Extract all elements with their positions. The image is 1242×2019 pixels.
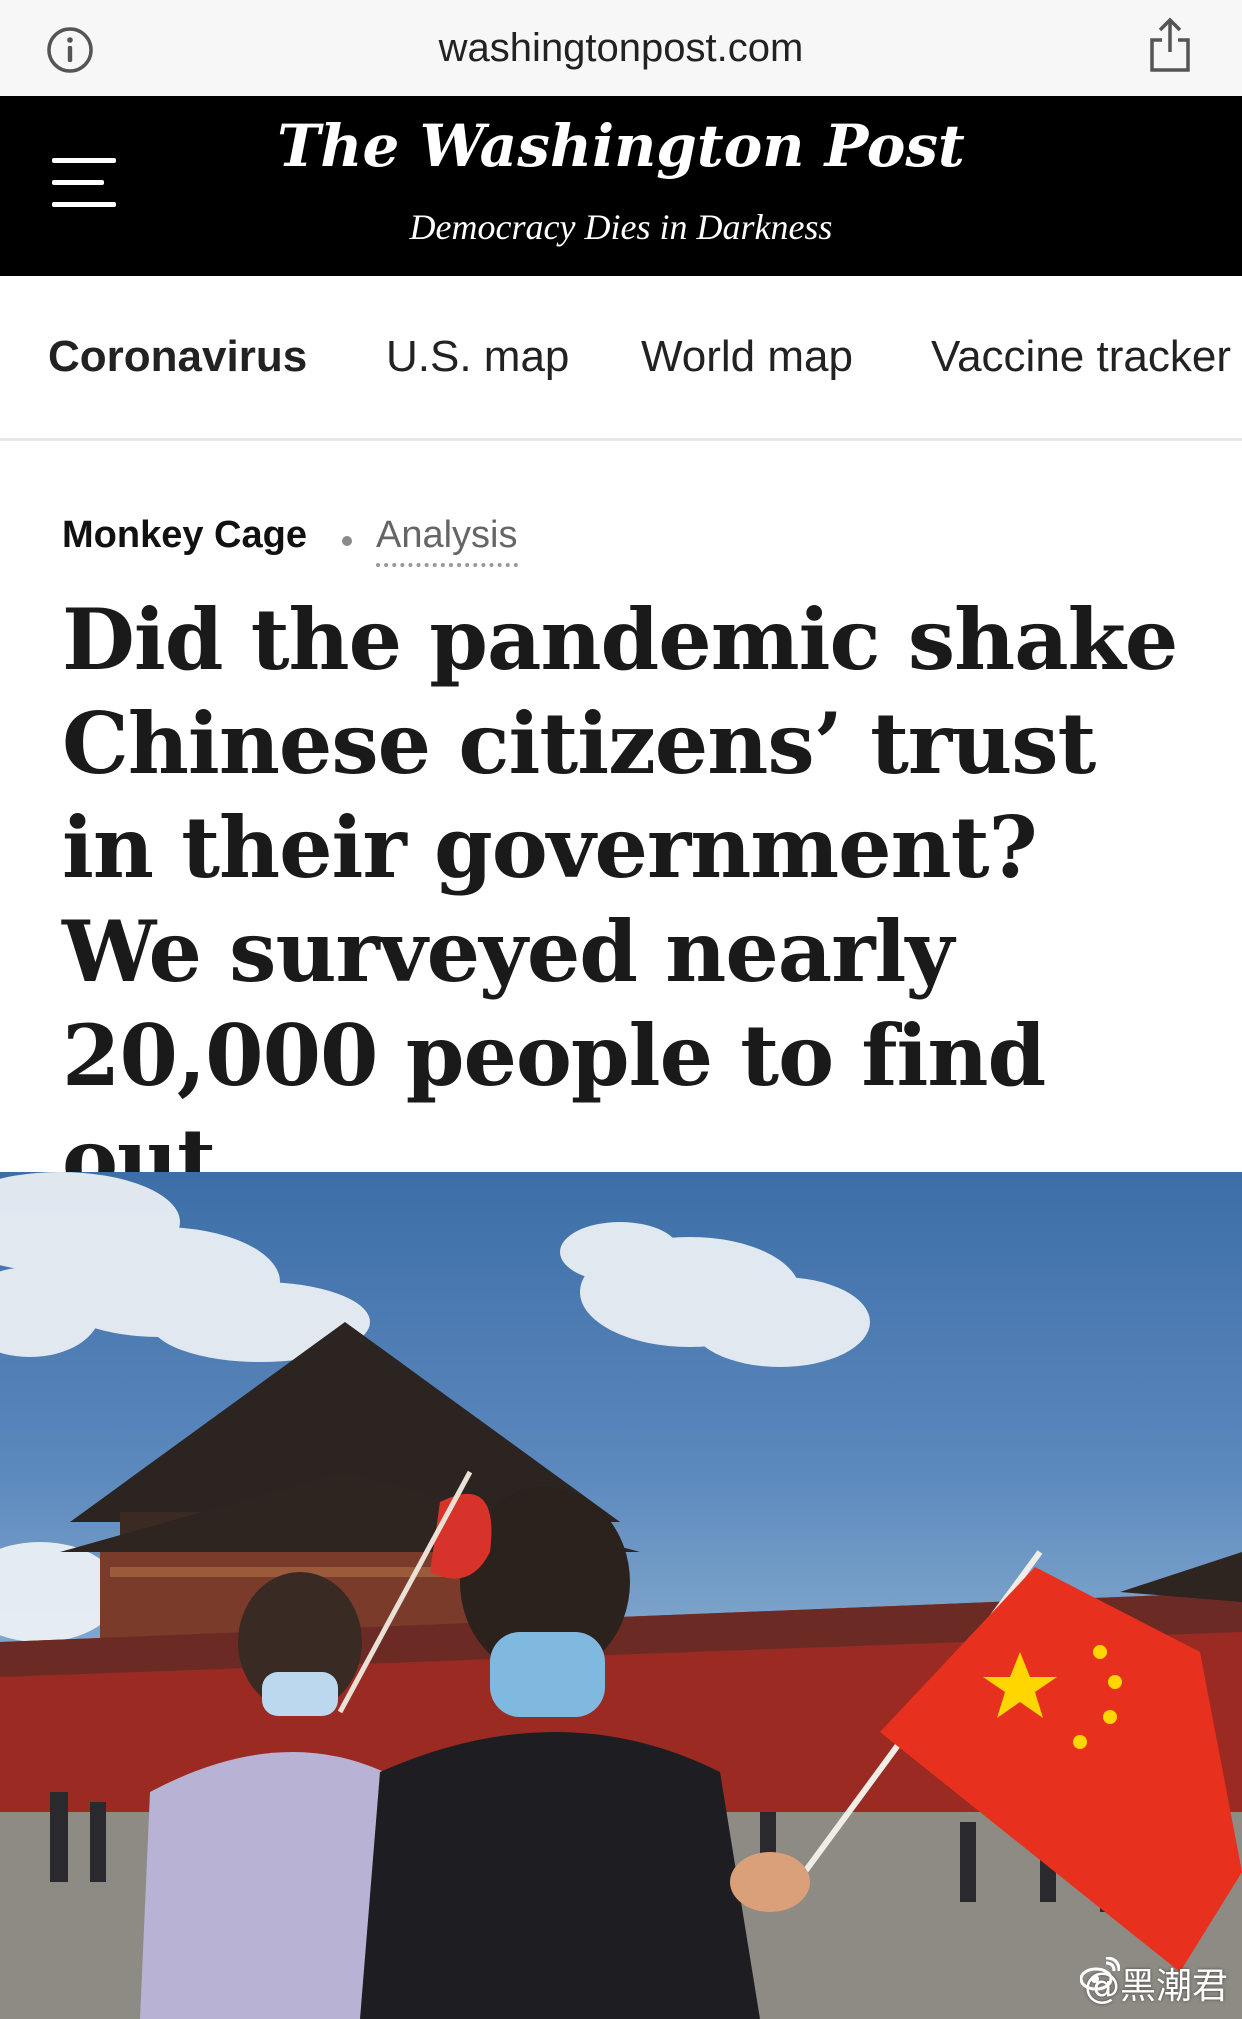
masthead: The Washington Post Democracy Dies in Da…	[0, 96, 1242, 276]
site-tagline: Democracy Dies in Darkness	[409, 207, 833, 247]
weibo-watermark: @黑潮君	[1079, 1957, 1228, 2009]
section-nav: Coronavirus U.S. map World map Vaccine t…	[0, 276, 1242, 441]
analysis-label[interactable]: Analysis	[376, 514, 518, 567]
nav-item-world-map[interactable]: World map	[641, 332, 853, 382]
browser-url-bar: washingtonpost.com	[0, 0, 1242, 97]
nav-item-coronavirus[interactable]: Coronavirus	[48, 332, 307, 382]
separator-dot	[342, 536, 352, 546]
url-domain[interactable]: washingtonpost.com	[0, 26, 1242, 71]
nav-item-us-map[interactable]: U.S. map	[386, 332, 569, 382]
site-logo[interactable]: The Washington Post	[0, 112, 1242, 180]
share-icon[interactable]	[1146, 16, 1194, 74]
article-headline: Did the pandemic shake Chinese citizens’…	[62, 590, 1178, 1209]
nav-item-vaccine-tracker[interactable]: Vaccine tracker	[931, 332, 1231, 382]
section-label[interactable]: Monkey Cage	[62, 514, 307, 557]
article-hero-photo: @黑潮君	[0, 1172, 1242, 2019]
